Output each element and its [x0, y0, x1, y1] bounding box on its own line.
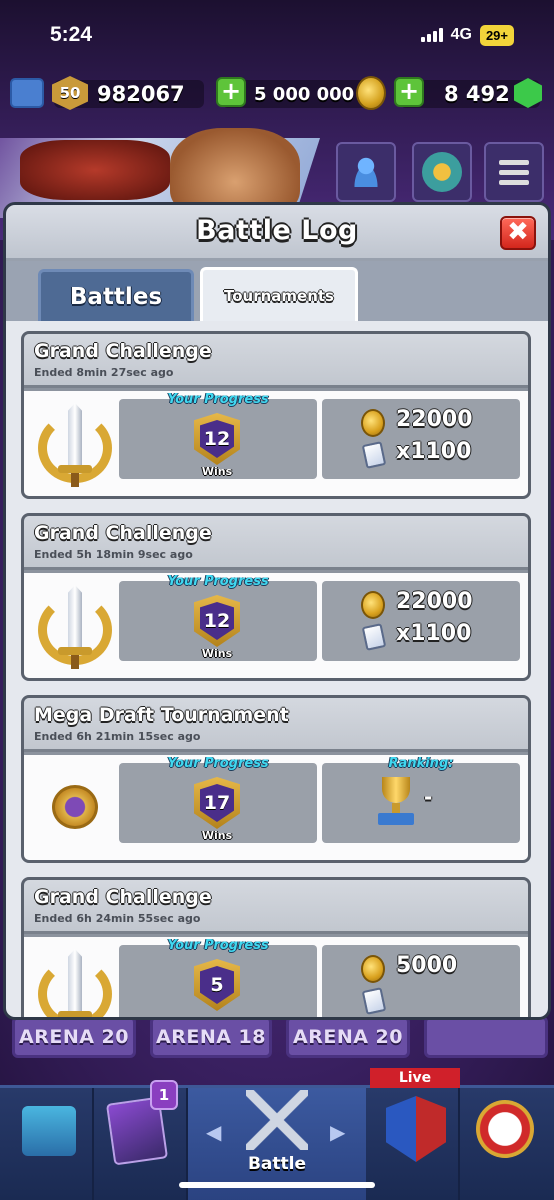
entry-title: Mega Draft Tournament — [34, 704, 289, 726]
entry-title: Grand Challenge — [34, 340, 212, 362]
battle-log-modal: Battle Log ✖ Battles Tournaments Grand C… — [3, 202, 551, 1020]
clan-button[interactable] — [412, 142, 472, 202]
clock: 5:24 — [50, 23, 93, 46]
gold-coin-icon — [356, 76, 386, 110]
ranking-panel — [322, 763, 520, 843]
nav-right-arrow-icon[interactable]: ▶ — [330, 1120, 345, 1144]
mega-draft-medal-icon — [52, 785, 98, 829]
add-gold-button[interactable]: + — [216, 77, 246, 107]
tab-strip: Battles Tournaments — [6, 261, 548, 321]
add-gems-button[interactable]: + — [394, 77, 424, 107]
modal-header: Battle Log ✖ — [6, 205, 548, 261]
reward-gold: 5000 — [396, 953, 458, 978]
gold-coin-icon — [361, 409, 385, 437]
reward-cards: x1100 — [396, 621, 472, 646]
reward-cards: x1100 — [396, 439, 472, 464]
entry-header: Mega Draft Tournament Ended 6h 21min 15s… — [24, 698, 528, 752]
entry-ended-time: Ended 6h 21min 15sec ago — [34, 730, 201, 743]
xp-value: 982067 — [97, 82, 185, 106]
ranking-label: Ranking: — [388, 756, 454, 771]
wins-count: 12 — [200, 420, 234, 458]
reward-gold: 22000 — [396, 589, 473, 614]
entry-ended-time: Ended 6h 24min 55sec ago — [34, 912, 201, 925]
arena-tabs: ARENA 20 ARENA 18 ARENA 20 — [0, 1016, 554, 1062]
progress-label: Your Progress — [167, 938, 269, 953]
hamburger-icon — [499, 159, 529, 185]
entry-ended-time: Ended 8min 27sec ago — [34, 366, 174, 379]
events-calendar-icon — [476, 1100, 534, 1158]
tournament-entry[interactable]: Grand Challenge Ended 6h 24min 55sec ago… — [21, 877, 531, 1017]
tournament-entry[interactable]: Grand Challenge Ended 5h 18min 9sec ago … — [21, 513, 531, 681]
tab-battles[interactable]: Battles — [38, 269, 194, 321]
wins-label: Wins — [201, 647, 233, 660]
entry-header: Grand Challenge Ended 8min 27sec ago — [24, 334, 528, 388]
resource-bar: 50 982067 + 5 000 000 + 8 492 — [0, 74, 554, 114]
tournament-entry[interactable]: Grand Challenge Ended 8min 27sec ago You… — [21, 331, 531, 499]
tab-tournaments[interactable]: Tournaments — [200, 267, 358, 321]
tournament-entry[interactable]: Mega Draft Tournament Ended 6h 21min 15s… — [21, 695, 531, 863]
cards-notification-badge: 1 — [150, 1080, 178, 1110]
gold-coin-icon — [361, 591, 385, 619]
entry-header: Grand Challenge Ended 6h 24min 55sec ago — [24, 880, 528, 934]
live-badge: Live — [370, 1068, 460, 1088]
king-level-icon[interactable] — [10, 78, 44, 108]
status-bar: 5:24 4G 29+ — [0, 0, 554, 70]
wins-count: 5 — [200, 966, 234, 1004]
clan-crown-icon — [422, 152, 462, 192]
entry-header: Grand Challenge Ended 5h 18min 9sec ago — [24, 516, 528, 570]
entry-body: Your Progress 17 Wins Ranking: - — [24, 755, 528, 860]
wins-label: Wins — [201, 829, 233, 842]
progress-label: Your Progress — [167, 392, 269, 407]
modal-title: Battle Log — [196, 215, 358, 246]
home-indicator — [179, 1182, 375, 1188]
entry-body: Your Progress 5 5000 — [24, 937, 528, 1017]
status-indicators: 4G 29+ — [420, 24, 514, 46]
grand-challenge-emblem-icon — [34, 399, 116, 491]
ranking-value: - — [424, 785, 433, 809]
entry-title: Grand Challenge — [34, 522, 212, 544]
grand-challenge-emblem-icon — [34, 581, 116, 673]
battle-label: Battle — [247, 1154, 307, 1174]
arena-tab[interactable]: ARENA 18 — [150, 1016, 272, 1058]
gems-value: 8 492 — [444, 82, 510, 106]
network-type: 4G — [450, 26, 472, 43]
progress-label: Your Progress — [167, 756, 269, 771]
trophy-icon — [376, 777, 416, 827]
friends-button[interactable] — [336, 142, 396, 202]
entry-body: Your Progress 12 Wins 22000 x1100 — [24, 573, 528, 678]
menu-button[interactable] — [484, 142, 544, 202]
battery-icon: 29+ — [479, 24, 514, 46]
reward-gold: 22000 — [396, 407, 473, 432]
arena-tab[interactable]: ARENA 20 — [12, 1016, 136, 1058]
progress-label: Your Progress — [167, 574, 269, 589]
grand-challenge-emblem-icon — [34, 945, 116, 1017]
crossed-swords-icon — [246, 1090, 308, 1150]
friends-icon — [350, 157, 382, 187]
signal-icon — [420, 28, 443, 42]
wins-count: 17 — [200, 784, 234, 822]
shop-chest-icon — [22, 1106, 76, 1156]
arena-tab-empty[interactable] — [424, 1016, 548, 1058]
wins-count: 12 — [200, 602, 234, 640]
arena-tab[interactable]: ARENA 20 — [286, 1016, 410, 1058]
wins-label: Wins — [201, 465, 233, 478]
hog-rider-sled-art — [20, 140, 170, 200]
entry-ended-time: Ended 5h 18min 9sec ago — [34, 548, 193, 561]
entry-body: Your Progress 12 Wins 22000 x1100 — [24, 391, 528, 496]
gold-coin-icon — [361, 955, 385, 983]
tournament-list[interactable]: Grand Challenge Ended 8min 27sec ago You… — [6, 321, 548, 1017]
gold-value: 5 000 000 — [254, 84, 355, 105]
close-button[interactable]: ✖ — [500, 216, 536, 250]
entry-title: Grand Challenge — [34, 886, 212, 908]
nav-left-arrow-icon[interactable]: ◀ — [206, 1120, 221, 1144]
